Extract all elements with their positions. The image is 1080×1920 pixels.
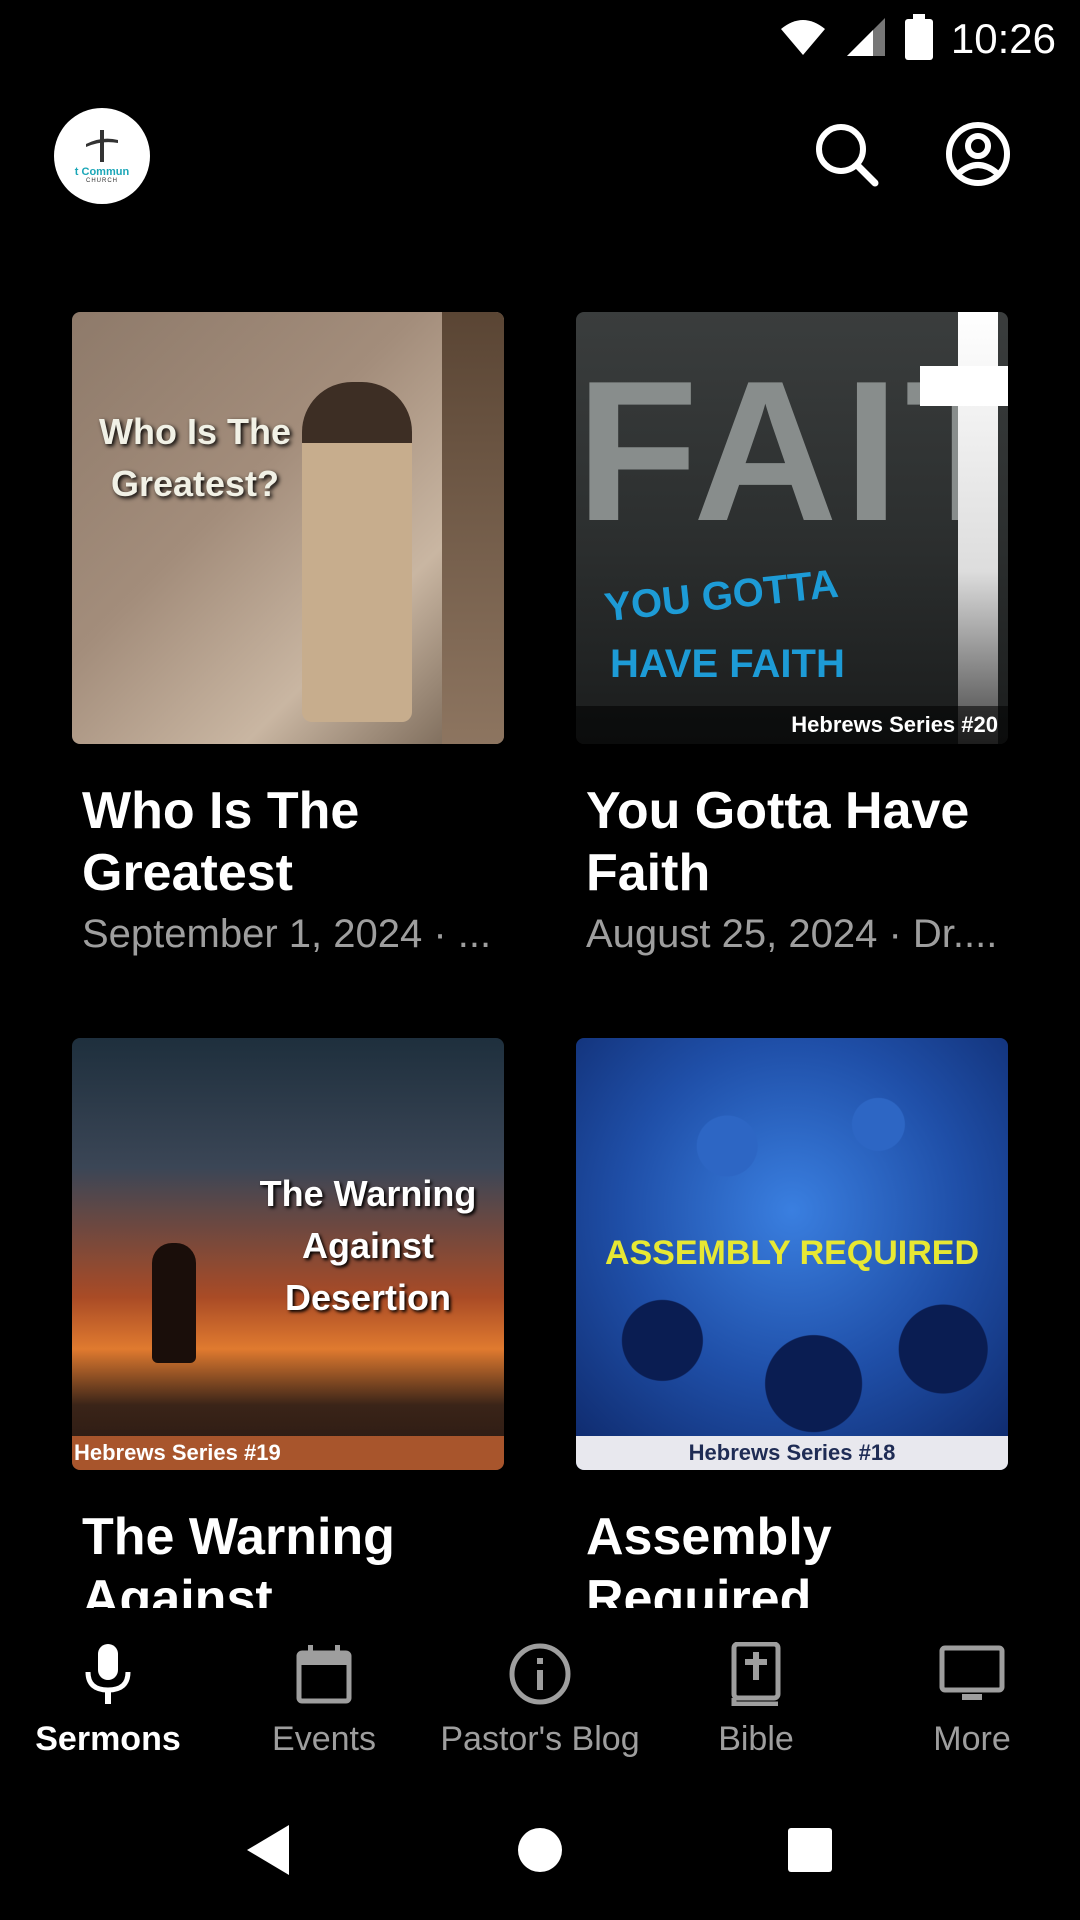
- sermon-meta: August 25, 2024 · Dr....: [586, 912, 998, 956]
- wifi-icon: [779, 17, 827, 62]
- info-icon: [509, 1643, 571, 1705]
- logo-text: t Commun: [74, 166, 130, 178]
- series-band: Hebrews Series #18: [576, 1436, 1008, 1470]
- thumbnail-figure: [442, 312, 504, 744]
- sermon-card[interactable]: The Warning Against Desertion Hebrews Se…: [72, 1038, 504, 1608]
- thumbnail-overlay-text: HAVE FAITH: [610, 642, 845, 686]
- sermon-card[interactable]: ASSEMBLY REQUIRED Hebrews Series #18 Ass…: [576, 1038, 1008, 1608]
- sermon-card[interactable]: FAIT YOU GOTTA HAVE FAITH Hebrews Series…: [576, 312, 1008, 957]
- series-label: Hebrews Series #19: [74, 1440, 281, 1465]
- nav-item-label: Events: [272, 1720, 376, 1758]
- app-header: t Commun CHURCH: [0, 100, 1080, 210]
- sermon-meta: September 1, 2024 · ...: [82, 912, 492, 956]
- nav-item-label: Pastor's Blog: [440, 1720, 640, 1758]
- sermon-thumbnail[interactable]: ASSEMBLY REQUIRED Hebrews Series #18: [576, 1038, 1008, 1470]
- cellular-signal-icon: [845, 16, 887, 63]
- logo-subtext: CHURCH: [86, 178, 118, 184]
- sermon-title[interactable]: You Gotta Have Faith: [586, 780, 998, 904]
- thumbnail-overlay-text: The Warning Against Desertion: [259, 1173, 477, 1318]
- series-label: Hebrews Series #20: [791, 712, 998, 737]
- nav-item-label: Bible: [718, 1720, 794, 1758]
- recents-square-icon: [788, 1828, 832, 1872]
- nav-item-label: Sermons: [35, 1720, 181, 1758]
- sermon-thumbnail[interactable]: The Warning Against Desertion Hebrews Se…: [72, 1038, 504, 1470]
- series-band: Hebrews Series #19: [72, 1436, 504, 1470]
- thumbnail-overlay-text: Who Is The Greatest?: [99, 411, 291, 504]
- cross-logo-icon: [86, 130, 118, 162]
- sermon-title[interactable]: The Warning Against Deserti...: [82, 1506, 494, 1608]
- system-home-button[interactable]: [510, 1820, 570, 1880]
- back-triangle-icon: [247, 1825, 289, 1875]
- sermon-thumbnail[interactable]: Who Is The Greatest?: [72, 312, 504, 744]
- nav-item-sermons[interactable]: Sermons: [0, 1608, 216, 1760]
- account-icon: [946, 122, 1010, 186]
- series-label: Hebrews Series #18: [688, 1440, 896, 1465]
- thumbnail-overlay-text: ASSEMBLY REQUIRED: [604, 1234, 980, 1272]
- thumbnail-figure: [302, 382, 412, 722]
- series-band: Hebrews Series #20: [576, 706, 1008, 744]
- sermon-title[interactable]: Assembly Required: [586, 1506, 998, 1608]
- church-logo[interactable]: t Commun CHURCH: [54, 108, 150, 204]
- sermon-title[interactable]: Who Is The Greatest: [82, 780, 494, 904]
- cross-graphic: [920, 366, 1008, 406]
- nav-item-more[interactable]: More: [864, 1608, 1080, 1760]
- nav-item-label: More: [933, 1720, 1011, 1758]
- microphone-icon: [85, 1644, 131, 1704]
- bottom-nav: Sermons Events Pastor's Blog Bible More: [0, 1608, 1080, 1760]
- monitor-icon: [939, 1645, 1005, 1700]
- sermon-grid: Who Is The Greatest? Who Is The Greatest…: [0, 312, 1080, 1608]
- nav-item-bible[interactable]: Bible: [648, 1608, 864, 1760]
- status-icons: 10:26: [779, 10, 1056, 68]
- calendar-icon: [296, 1645, 352, 1704]
- sermon-card[interactable]: Who Is The Greatest? Who Is The Greatest…: [72, 312, 504, 957]
- nav-item-events[interactable]: Events: [216, 1608, 432, 1760]
- search-icon: [816, 124, 879, 187]
- system-back-button[interactable]: [238, 1820, 298, 1880]
- status-bar: 10:26: [0, 0, 1080, 78]
- bible-icon: [731, 1642, 781, 1706]
- status-time: 10:26: [950, 15, 1056, 62]
- system-recents-button[interactable]: [780, 1820, 840, 1880]
- battery-icon: [904, 13, 933, 65]
- thumbnail-figure: [152, 1243, 196, 1363]
- sermon-thumbnail[interactable]: FAIT YOU GOTTA HAVE FAITH Hebrews Series…: [576, 312, 1008, 744]
- thumbnail-overlay-text: YOU GOTTA: [602, 561, 841, 631]
- home-circle-icon: [518, 1828, 562, 1872]
- account-button[interactable]: [938, 114, 1018, 194]
- nav-item-pastors-blog[interactable]: Pastor's Blog: [432, 1608, 648, 1760]
- search-button[interactable]: [806, 114, 886, 194]
